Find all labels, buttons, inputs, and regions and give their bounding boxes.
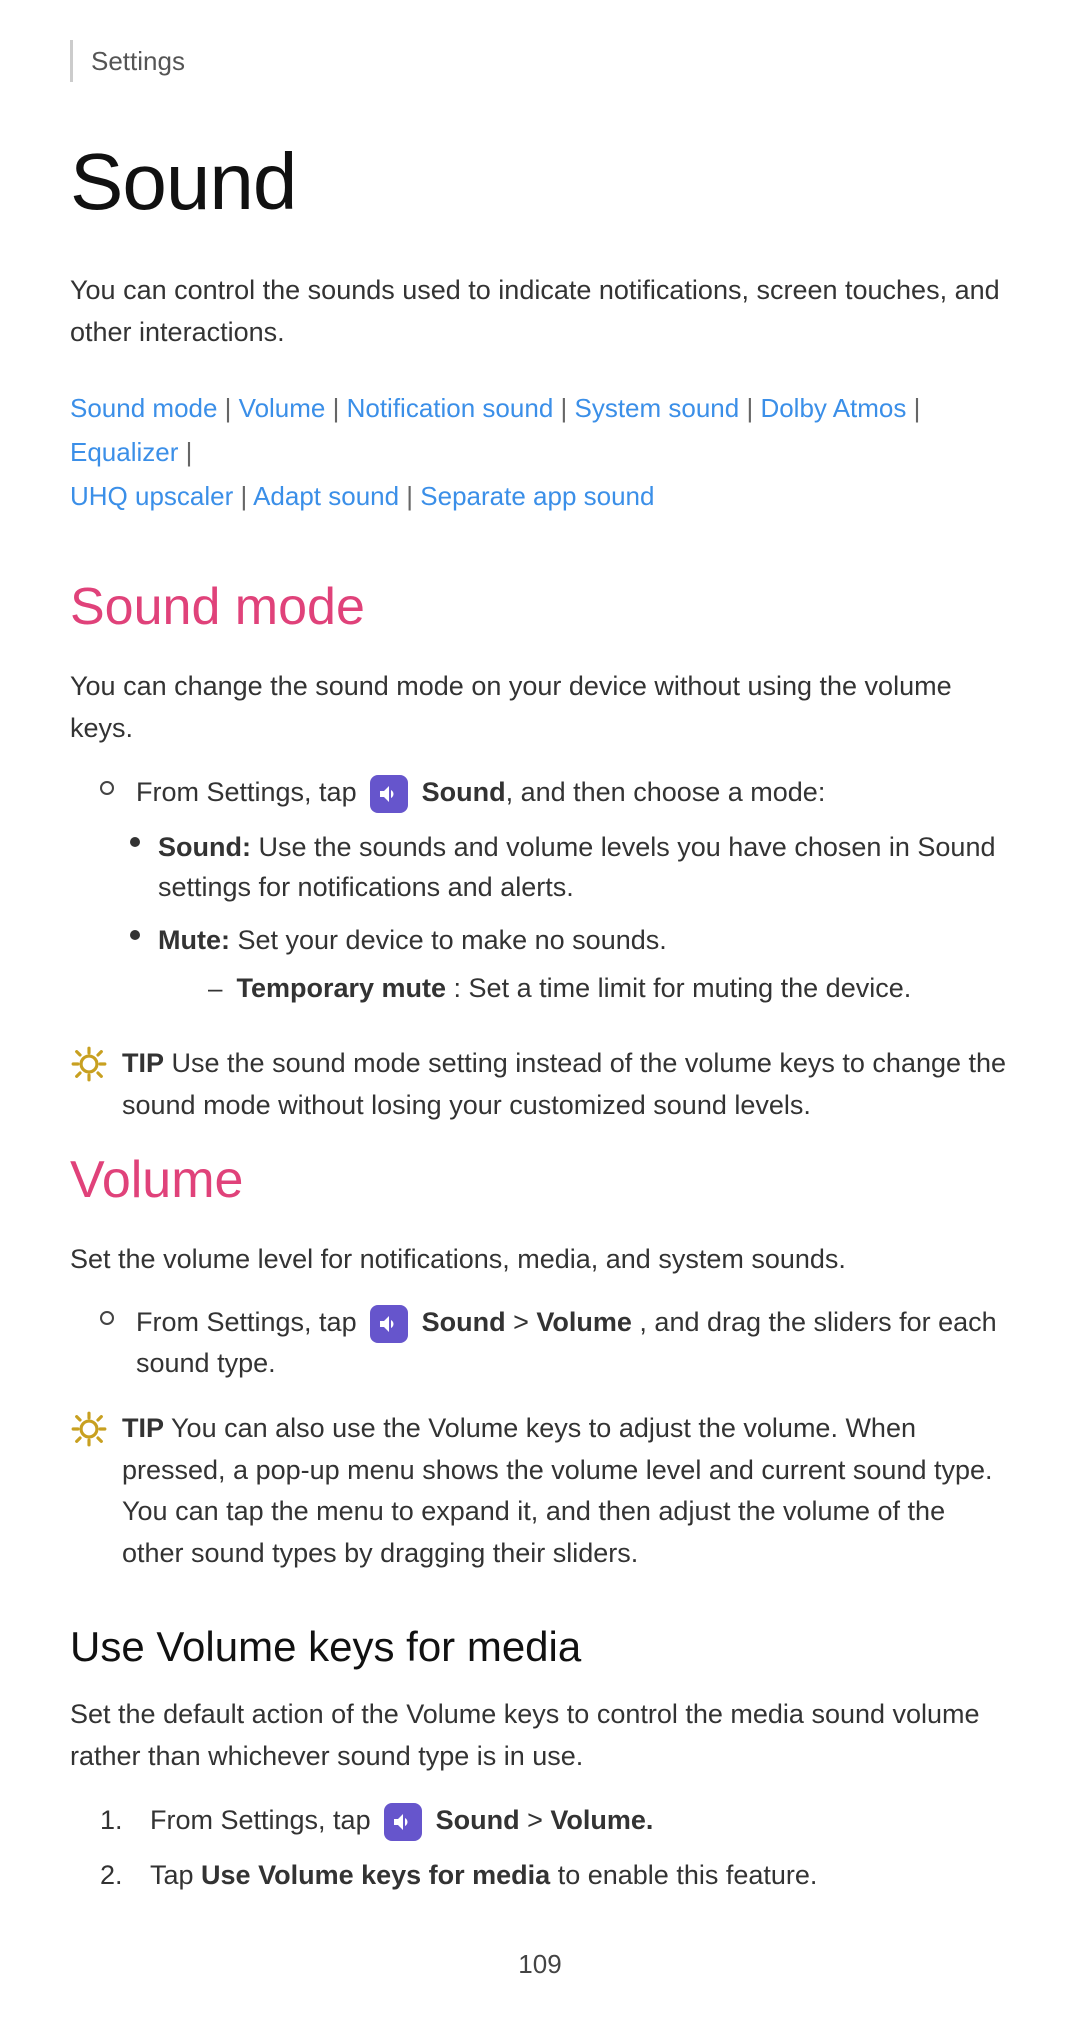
sound-mode-bullet1-text: From Settings, tap Sound, and then choos… [136,772,825,813]
num-text-1: From Settings, tap Sound > Volume. [150,1800,653,1841]
sound-desc: Use the sounds and volume levels you hav… [158,832,995,903]
nav-link-separate-app-sound[interactable]: Separate app sound [420,481,654,511]
num1-gt: > [527,1805,550,1835]
volume-tip: TIP You can also use the Volume keys to … [70,1408,1010,1575]
sound-mode-sub-bullets: Sound: Use the sounds and volume levels … [130,827,1010,1019]
num1-sound-icon [384,1803,422,1841]
circle-bullet-icon [100,781,114,795]
bullet1-suffix: , and then choose a mode: [506,777,826,807]
volume-gt: > [513,1307,536,1337]
mute-desc: Set your device to make no sounds. [238,925,667,955]
sub-bullet-mute-text: Mute: Set your device to make no sounds.… [158,920,911,1019]
sound-mode-bullet1: From Settings, tap Sound, and then choos… [100,772,1010,813]
dot-bullet-mute-icon [130,930,140,940]
nav-link-volume[interactable]: Volume [239,393,326,423]
volume-section-title: Volume [70,1141,1010,1219]
nav-link-adapt-sound[interactable]: Adapt sound [253,481,399,511]
numbered-list: 1. From Settings, tap Sound > Volume. 2.… [100,1800,1010,1895]
sound-term: Sound: [158,832,251,862]
nav-link-sound-mode[interactable]: Sound mode [70,393,217,423]
use-volume-keys-desc: Set the default action of the Volume key… [70,1694,1010,1778]
sound-mode-tip-text: TIP Use the sound mode setting instead o… [122,1043,1010,1127]
nav-link-equalizer[interactable]: Equalizer [70,437,178,467]
breadcrumb-label: Settings [91,46,185,76]
num1-prefix: From Settings, tap [150,1805,378,1835]
temporary-mute-group: – Temporary mute : Set a time limit for … [208,968,911,1009]
num1-bold-sound: Sound [436,1805,520,1835]
volume-bullet1-prefix: From Settings, tap [136,1307,364,1337]
numbered-item-2: 2. Tap Use Volume keys for media to enab… [100,1855,1010,1896]
volume-bold-volume: Volume [536,1307,632,1337]
temporary-mute-term: Temporary mute [236,973,446,1003]
volume-desc: Set the volume level for notifications, … [70,1239,1010,1281]
temporary-mute-text: Temporary mute : Set a time limit for mu… [236,968,911,1009]
temporary-mute-desc: : Set a time limit for muting the device… [454,973,912,1003]
use-volume-keys-title: Use Volume keys for media [70,1615,1010,1678]
nav-link-uhq-upscaler[interactable]: UHQ upscaler [70,481,233,511]
mute-term: Mute: [158,925,230,955]
temporary-mute-item: – Temporary mute : Set a time limit for … [208,968,911,1009]
volume-bold-sound: Sound [422,1307,506,1337]
sound-mode-desc: You can change the sound mode on your de… [70,666,1010,750]
sound-settings-icon [370,775,408,813]
volume-circle-bullet [100,1311,114,1325]
sound-mode-tip: TIP Use the sound mode setting instead o… [70,1043,1010,1127]
tip-label: TIP [122,1048,164,1078]
bullet1-bold: Sound [422,777,506,807]
volume-bullet1: From Settings, tap Sound > Volume , and … [100,1302,1010,1383]
num1-bold-volume: Volume. [550,1805,653,1835]
num-label-1: 1. [100,1800,136,1841]
num2-tap: Tap [150,1860,201,1890]
dot-bullet-icon [130,837,140,847]
sub-bullet-mute: Mute: Set your device to make no sounds.… [130,920,1010,1019]
volume-tip-label: TIP [122,1413,164,1443]
page-title: Sound [70,122,1010,242]
num2-suffix: to enable this feature. [558,1860,818,1890]
num-text-2: Tap Use Volume keys for media to enable … [150,1855,817,1896]
sub-bullet-sound: Sound: Use the sounds and volume levels … [130,827,1010,908]
nav-link-dolby-atmos[interactable]: Dolby Atmos [760,393,906,423]
nav-link-notification-sound[interactable]: Notification sound [347,393,554,423]
volume-tip-text: TIP You can also use the Volume keys to … [122,1408,1010,1575]
page-number: 109 [70,1945,1010,1984]
breadcrumb: Settings [70,40,1010,82]
volume-sound-icon [370,1305,408,1343]
nav-links: Sound mode | Volume | Notification sound… [70,386,1010,519]
volume-bullet1-text: From Settings, tap Sound > Volume , and … [136,1302,1010,1383]
nav-link-system-sound[interactable]: System sound [574,393,739,423]
intro-text: You can control the sounds used to indic… [70,270,1010,354]
num-label-2: 2. [100,1855,136,1896]
num2-bold-feature: Use Volume keys for media [201,1860,550,1890]
tip-sun-icon [70,1045,108,1083]
sound-mode-section-title: Sound mode [70,568,1010,646]
volume-tip-sun-icon [70,1410,108,1448]
numbered-item-1: 1. From Settings, tap Sound > Volume. [100,1800,1010,1841]
dash-icon: – [208,969,222,1008]
bullet1-prefix: From Settings, tap [136,777,364,807]
sub-bullet-sound-text: Sound: Use the sounds and volume levels … [158,827,1010,908]
